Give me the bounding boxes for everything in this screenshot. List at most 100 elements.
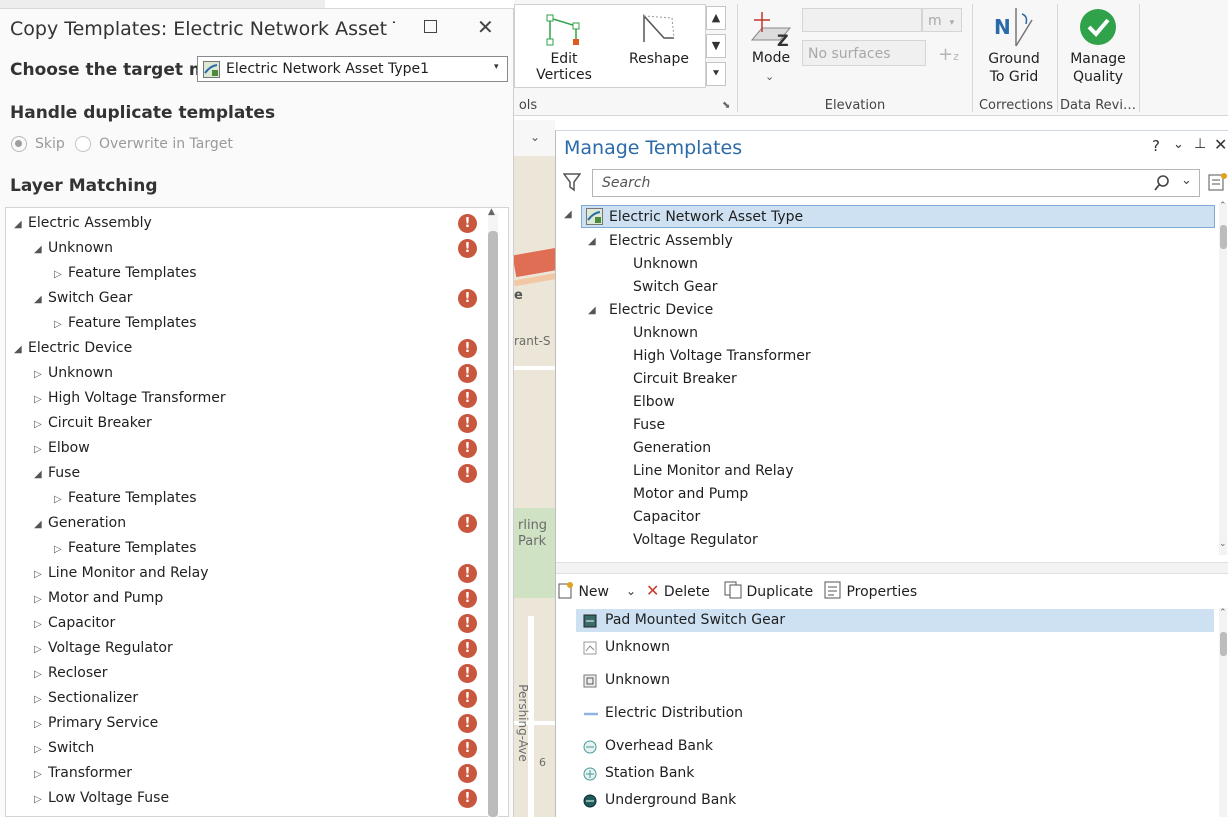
search-input[interactable]: Search ⌄ [592, 169, 1200, 197]
tree-row[interactable]: ▷ Feature Templates [54, 312, 197, 334]
z-offset-icon[interactable]: +z [938, 44, 959, 65]
tree-row[interactable]: ▷ Recloser [34, 662, 108, 684]
expand-icon[interactable]: ▷ [34, 714, 48, 736]
map-node-row[interactable]: Electric Network Asset Type [581, 205, 1215, 228]
template-row[interactable]: Unknown [576, 669, 1214, 692]
tree-row[interactable]: ◢ Generation [34, 512, 126, 534]
expand-icon[interactable]: ▷ [34, 589, 48, 611]
tree-row[interactable]: ◢ Electric Device [14, 337, 132, 359]
layer-tree-scrollbar[interactable]: ⌃ ⌄ [1219, 201, 1227, 555]
collapse-icon[interactable]: ◢ [34, 514, 48, 536]
tree-row[interactable]: ▷ Unknown [34, 362, 113, 384]
mode-button[interactable]: Z Mode ⌄ [744, 6, 798, 88]
help-icon[interactable]: ? [1152, 137, 1160, 155]
collapse-icon[interactable]: ◢ [588, 305, 596, 316]
collapse-icon[interactable]: ◢ [588, 236, 596, 247]
overwrite-radio[interactable] [75, 136, 91, 152]
expand-icon[interactable]: ▷ [34, 639, 48, 661]
collapse-icon[interactable]: ◢ [34, 464, 48, 486]
scroll-thumb[interactable] [1220, 225, 1227, 249]
map-view[interactable]: e rant-S rling Park Pershing-Ave 6 [514, 156, 555, 817]
tree-row[interactable]: ◢ Fuse [34, 462, 80, 484]
tree-row[interactable]: ▷ High Voltage Transformer [34, 387, 226, 409]
pane-options-icon[interactable]: ⌄ [1173, 137, 1184, 152]
tree-row[interactable]: ▷ Switch [34, 737, 94, 759]
skip-radio[interactable] [11, 136, 27, 152]
scroll-thumb[interactable] [488, 231, 498, 817]
expand-icon[interactable]: ▷ [34, 664, 48, 686]
tree-row[interactable]: ▷ Primary Service [34, 712, 158, 734]
expand-icon[interactable]: ▷ [54, 539, 68, 561]
expand-icon[interactable]: ▷ [54, 314, 68, 336]
tree-row[interactable]: ▷ Capacitor [34, 612, 115, 634]
expand-icon[interactable]: ▷ [34, 564, 48, 586]
tree-row[interactable]: ▷ Line Monitor and Relay [34, 562, 209, 584]
close-icon[interactable]: ✕ [1214, 135, 1227, 154]
template-row[interactable]: Station Bank [576, 762, 1214, 785]
expand-icon[interactable]: ▷ [34, 389, 48, 411]
tree-row[interactable]: ▷ Voltage Regulator [34, 637, 173, 659]
template-row[interactable]: Pad Mounted Switch Gear [576, 609, 1214, 632]
layer-row[interactable]: High Voltage Transformer [633, 345, 811, 368]
target-map-dropdown[interactable]: Electric Network Asset Type1 ▾ [197, 56, 508, 82]
layer-row[interactable]: Unknown [633, 322, 698, 345]
collapse-icon[interactable]: ◢ [14, 214, 28, 236]
tree-scrollbar[interactable]: ▲ [488, 207, 498, 817]
chevron-down-icon[interactable]: ⌄ [530, 130, 540, 144]
layer-row[interactable]: Elbow [633, 391, 675, 414]
expand-icon[interactable]: ▷ [34, 364, 48, 386]
surface-dropdown[interactable]: No surfaces [802, 40, 926, 66]
layer-row[interactable]: Line Monitor and Relay [633, 460, 794, 483]
maximize-icon[interactable] [424, 20, 437, 33]
new-button[interactable]: New [558, 581, 609, 602]
unit-dropdown[interactable]: m ▾ [922, 8, 962, 32]
reshape-button[interactable]: Reshape [628, 8, 690, 68]
close-icon[interactable]: ✕ [477, 15, 494, 39]
scroll-up-icon[interactable]: ⌃ [1219, 201, 1227, 211]
template-row[interactable]: Unknown [576, 636, 1214, 659]
expand-icon[interactable]: ▷ [54, 264, 68, 286]
layer-row[interactable]: Motor and Pump [633, 483, 748, 506]
tree-row[interactable]: ◢ Unknown [34, 237, 113, 259]
layer-group-row[interactable]: Electric Assembly [609, 230, 733, 253]
tree-row[interactable]: ◢ Switch Gear [34, 287, 133, 309]
layer-row[interactable]: Circuit Breaker [633, 368, 737, 391]
pin-icon[interactable]: ⊥ [1194, 136, 1206, 152]
tree-row[interactable]: ▷ Low Voltage Fuse [34, 787, 169, 809]
template-row[interactable]: Overhead Bank [576, 735, 1214, 758]
gallery-up-button[interactable]: ▲ [706, 6, 726, 30]
tree-row[interactable]: ▷ Sectionalizer [34, 687, 138, 709]
template-row[interactable]: Electric Distribution [576, 702, 1214, 725]
expand-icon[interactable]: ▷ [34, 439, 48, 461]
layer-row[interactable]: Fuse [633, 414, 665, 437]
tree-row[interactable]: ▷ Feature Templates [54, 537, 197, 559]
templates-scrollbar[interactable]: ⌃ [1219, 608, 1227, 817]
expand-icon[interactable]: ▷ [34, 414, 48, 436]
layer-row[interactable]: Generation [633, 437, 711, 460]
collapse-icon[interactable]: ◢ [34, 239, 48, 261]
expand-icon[interactable]: ▷ [34, 614, 48, 636]
scroll-up-icon[interactable]: ⌃ [1219, 608, 1227, 618]
layer-row[interactable]: Voltage Regulator [633, 529, 758, 552]
collapse-icon[interactable]: ◢ [34, 289, 48, 311]
layer-row[interactable]: Capacitor [633, 506, 700, 529]
dialog-launcher-icon[interactable]: ⬊ [722, 100, 730, 111]
template-row[interactable]: Underground Bank [576, 789, 1214, 812]
tree-row[interactable]: ▷ Feature Templates [54, 487, 197, 509]
gallery-down-button[interactable]: ▼ [706, 34, 726, 58]
ground-to-grid-button[interactable]: N Ground To Grid [980, 6, 1048, 88]
edit-vertices-button[interactable]: Edit Vertices [536, 8, 592, 84]
scroll-thumb[interactable] [1220, 632, 1227, 656]
chevron-down-icon[interactable]: ⌄ [1181, 173, 1192, 188]
filter-icon[interactable] [563, 172, 581, 192]
gallery-expand-button[interactable]: ⯆ [706, 62, 726, 86]
create-template-icon[interactable] [1208, 172, 1228, 192]
tree-row[interactable]: ▷ Elbow [34, 437, 90, 459]
new-dropdown-chevron[interactable]: ⌄ [626, 581, 636, 601]
duplicate-button[interactable]: Duplicate [724, 581, 813, 602]
collapse-icon[interactable]: ◢ [564, 209, 572, 220]
expand-icon[interactable]: ▷ [54, 489, 68, 511]
elevation-value-field[interactable] [802, 8, 922, 32]
properties-button[interactable]: Properties [824, 581, 917, 602]
scroll-up-icon[interactable]: ▲ [488, 207, 495, 217]
